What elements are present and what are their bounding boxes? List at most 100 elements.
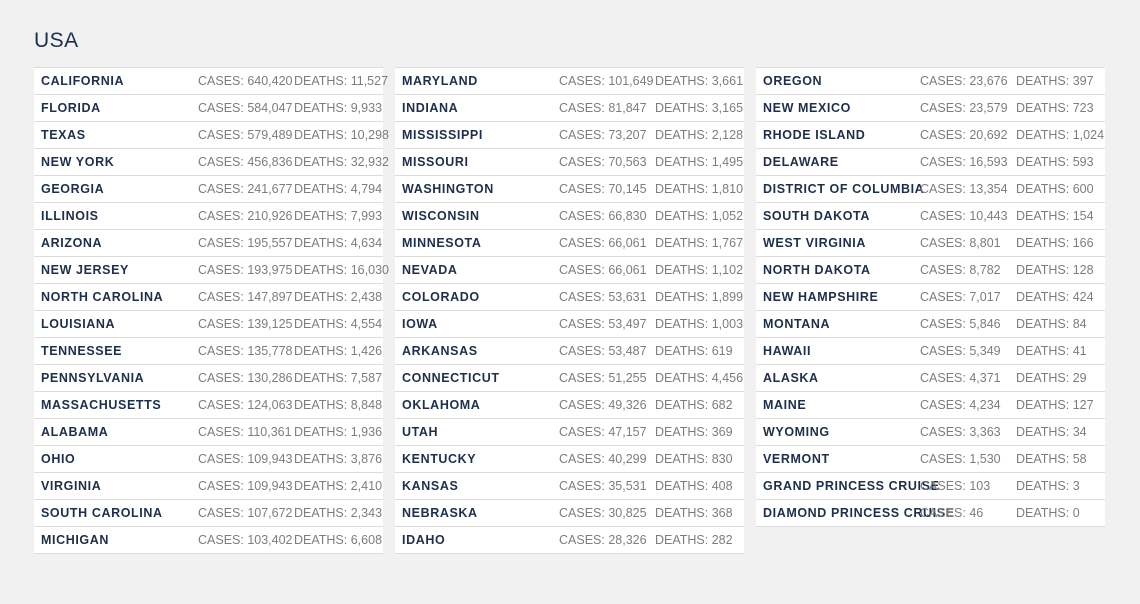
cases-number: 23,676	[969, 74, 1008, 88]
state-name: VERMONT	[763, 452, 830, 466]
cases-label: CASES:	[559, 236, 609, 250]
cases-label: CASES:	[559, 452, 609, 466]
cases-value: CASES: 584,047	[198, 101, 293, 115]
cases-value: CASES: 40,299	[559, 452, 647, 466]
state-name: DELAWARE	[763, 155, 839, 169]
deaths-number: 424	[1072, 290, 1094, 304]
state-name: INDIANA	[402, 101, 459, 115]
deaths-value: DEATHS: 84	[1016, 317, 1087, 331]
cases-value: CASES: 66,061	[559, 263, 647, 277]
state-row: WASHINGTON CASES: 70,145 DEATHS: 1,810	[395, 175, 744, 202]
state-row: IOWA CASES: 53,497 DEATHS: 1,003	[395, 310, 744, 337]
deaths-label: DEATHS:	[655, 371, 712, 385]
cases-value: CASES: 135,778	[198, 344, 293, 358]
state-row: ARIZONA CASES: 195,557 DEATHS: 4,634	[34, 229, 383, 256]
cases-value: CASES: 47,157	[559, 425, 647, 439]
cases-value: CASES: 5,846	[920, 317, 1001, 331]
deaths-value: DEATHS: 41	[1016, 344, 1087, 358]
deaths-number: 3,661	[711, 74, 744, 88]
state-name: WISCONSIN	[402, 209, 480, 223]
deaths-value: DEATHS: 1,426	[294, 344, 382, 358]
state-row: FLORIDA CASES: 584,047 DEATHS: 9,933	[34, 94, 383, 121]
state-row: COLORADO CASES: 53,631 DEATHS: 1,899	[395, 283, 744, 310]
deaths-value: DEATHS: 2,128	[655, 128, 743, 142]
deaths-value: DEATHS: 166	[1016, 236, 1094, 250]
cases-number: 23,579	[969, 101, 1008, 115]
deaths-value: DEATHS: 1,899	[655, 290, 743, 304]
cases-number: 53,631	[608, 290, 647, 304]
deaths-number: 2,343	[350, 506, 383, 520]
cases-value: CASES: 66,830	[559, 209, 647, 223]
state-row: INDIANA CASES: 81,847 DEATHS: 3,165	[395, 94, 744, 121]
cases-number: 139,125	[247, 317, 293, 331]
state-name: KANSAS	[402, 479, 459, 493]
deaths-label: DEATHS:	[1016, 398, 1073, 412]
deaths-number: 830	[711, 452, 733, 466]
cases-number: 103	[969, 479, 991, 493]
cases-number: 51,255	[608, 371, 647, 385]
cases-label: CASES:	[198, 182, 248, 196]
cases-value: CASES: 73,207	[559, 128, 647, 142]
deaths-number: 29	[1072, 371, 1087, 385]
cases-label: CASES:	[198, 425, 248, 439]
cases-value: CASES: 46	[920, 506, 983, 520]
deaths-value: DEATHS: 1,052	[655, 209, 743, 223]
cases-value: CASES: 4,234	[920, 398, 1001, 412]
state-name: ALASKA	[763, 371, 819, 385]
deaths-value: DEATHS: 1,810	[655, 182, 743, 196]
cases-value: CASES: 8,801	[920, 236, 1001, 250]
cases-number: 46	[969, 506, 984, 520]
state-name: ARKANSAS	[402, 344, 478, 358]
deaths-value: DEATHS: 58	[1016, 452, 1087, 466]
deaths-number: 408	[711, 479, 733, 493]
cases-label: CASES:	[559, 425, 609, 439]
state-row: NEW YORK CASES: 456,836 DEATHS: 32,932	[34, 148, 389, 175]
deaths-label: DEATHS:	[655, 479, 712, 493]
state-row: HAWAII CASES: 5,349 DEATHS: 41	[756, 337, 1105, 364]
cases-value: CASES: 107,672	[198, 506, 293, 520]
cases-label: CASES:	[559, 74, 609, 88]
state-row: CONNECTICUT CASES: 51,255 DEATHS: 4,456	[395, 364, 744, 391]
cases-number: 210,926	[247, 209, 293, 223]
deaths-label: DEATHS:	[1016, 74, 1073, 88]
cases-value: CASES: 5,349	[920, 344, 1001, 358]
state-row: DISTRICT OF COLUMBIA CASES: 13,354 DEATHS:…	[756, 175, 1105, 202]
deaths-value: DEATHS: 1,767	[655, 236, 743, 250]
cases-label: CASES:	[559, 101, 609, 115]
deaths-label: DEATHS:	[655, 263, 712, 277]
cases-number: 241,677	[247, 182, 293, 196]
cases-value: CASES: 101,649	[559, 74, 654, 88]
state-row: RHODE ISLAND CASES: 20,692 DEATHS: 1,024	[756, 121, 1105, 148]
cases-number: 584,047	[247, 101, 293, 115]
deaths-number: 34	[1072, 425, 1087, 439]
deaths-label: DEATHS:	[1016, 263, 1073, 277]
deaths-number: 368	[711, 506, 733, 520]
cases-value: CASES: 30,825	[559, 506, 647, 520]
deaths-number: 4,634	[350, 236, 383, 250]
deaths-value: DEATHS: 4,794	[294, 182, 382, 196]
deaths-label: DEATHS:	[655, 101, 712, 115]
state-name: WYOMING	[763, 425, 830, 439]
cases-label: CASES:	[559, 290, 609, 304]
state-name: MARYLAND	[402, 74, 478, 88]
deaths-value: DEATHS: 7,993	[294, 209, 382, 223]
deaths-label: DEATHS:	[655, 155, 712, 169]
state-name: IDAHO	[402, 533, 446, 547]
cases-label: CASES:	[198, 398, 248, 412]
cases-label: CASES:	[920, 452, 970, 466]
cases-value: CASES: 23,579	[920, 101, 1008, 115]
cases-label: CASES:	[920, 236, 970, 250]
cases-value: CASES: 640,420	[198, 74, 293, 88]
deaths-number: 32,932	[350, 155, 389, 169]
cases-label: CASES:	[559, 506, 609, 520]
deaths-label: DEATHS:	[1016, 452, 1073, 466]
deaths-label: DEATHS:	[1016, 317, 1073, 331]
cases-label: CASES:	[198, 155, 248, 169]
cases-label: CASES:	[920, 506, 970, 520]
deaths-label: DEATHS:	[1016, 209, 1073, 223]
state-row: SOUTH DAKOTA CASES: 10,443 DEATHS: 154	[756, 202, 1105, 229]
state-row: MASSACHUSETTS CASES: 124,063 DEATHS: 8,848	[34, 391, 383, 418]
cases-label: CASES:	[920, 128, 970, 142]
state-name: CONNECTICUT	[402, 371, 500, 385]
state-name: MAINE	[763, 398, 807, 412]
